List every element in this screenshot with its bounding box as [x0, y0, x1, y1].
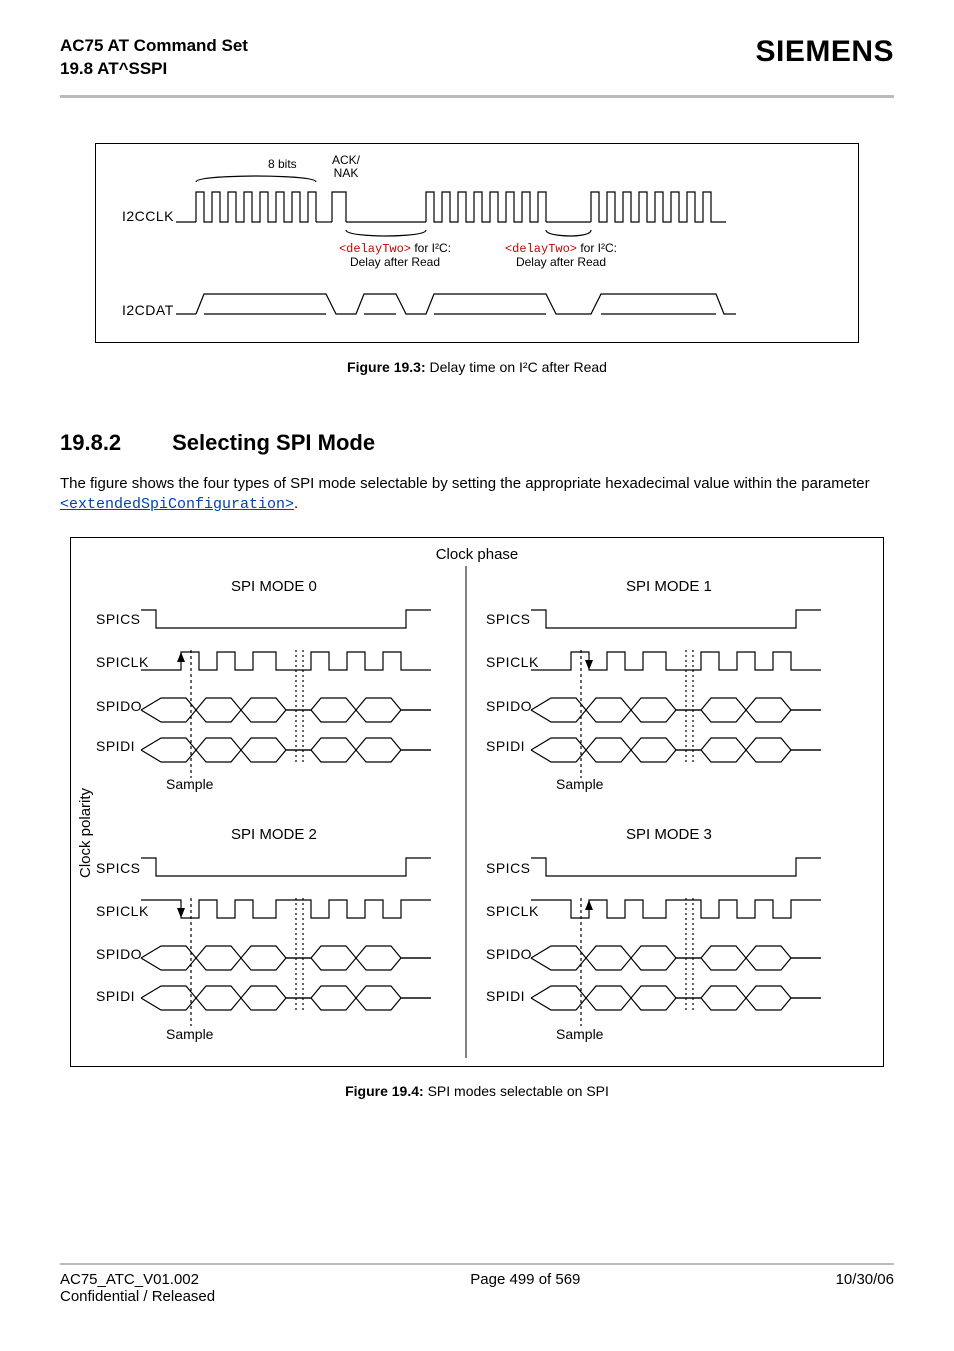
q0-spidi: SPIDI	[96, 738, 135, 754]
section-heading: 19.8.2 Selecting SPI Mode	[60, 430, 894, 456]
q1-spidi: SPIDI	[486, 738, 525, 754]
q3-sample: Sample	[556, 1026, 603, 1042]
q2-sample: Sample	[166, 1026, 213, 1042]
q0-spiclk: SPICLK	[96, 654, 149, 670]
spi-modes-svg	[71, 538, 881, 1068]
page-footer: AC75_ATC_V01.002 Confidential / Released…	[60, 1263, 894, 1305]
q3-spidi: SPIDI	[486, 988, 525, 1004]
q3-spics: SPICS	[486, 860, 531, 876]
waveform-i2c	[96, 144, 796, 344]
footer-right: 10/30/06	[836, 1271, 894, 1305]
doc-title: AC75 AT Command Set 19.8 AT^SSPI	[60, 35, 248, 81]
q0-sample: Sample	[166, 776, 213, 792]
footer-divider	[60, 1263, 894, 1265]
q1-spiclk: SPICLK	[486, 654, 539, 670]
q0-spido: SPIDO	[96, 698, 142, 714]
q1-sample: Sample	[556, 776, 603, 792]
doc-title-line2: 19.8 AT^SSPI	[60, 58, 248, 81]
figure-19-4: Clock phase Clock polarity SPI MODE 0 SP…	[70, 537, 884, 1067]
q2-spido: SPIDO	[96, 946, 142, 962]
q2-spiclk: SPICLK	[96, 903, 149, 919]
q3-spido: SPIDO	[486, 946, 532, 962]
page-header: AC75 AT Command Set 19.8 AT^SSPI SIEMENS	[60, 35, 894, 91]
section-paragraph: The figure shows the four types of SPI m…	[60, 474, 894, 516]
q2-spics: SPICS	[96, 860, 141, 876]
brand-logo: SIEMENS	[755, 35, 894, 69]
doc-title-line1: AC75 AT Command Set	[60, 35, 248, 58]
figure-19-3-caption: Figure 19.3: Delay time on I²C after Rea…	[60, 359, 894, 375]
q3-spiclk: SPICLK	[486, 903, 539, 919]
q1-spics: SPICS	[486, 611, 531, 627]
param-link[interactable]: <extendedSpiConfiguration>	[60, 496, 294, 513]
figure-19-4-caption: Figure 19.4: SPI modes selectable on SPI	[60, 1083, 894, 1099]
header-divider	[60, 95, 894, 98]
q2-spidi: SPIDI	[96, 988, 135, 1004]
footer-center: Page 499 of 569	[470, 1271, 580, 1305]
q1-spido: SPIDO	[486, 698, 532, 714]
section-title: Selecting SPI Mode	[172, 430, 375, 455]
q0-spics: SPICS	[96, 611, 141, 627]
footer-left: AC75_ATC_V01.002 Confidential / Released	[60, 1271, 215, 1305]
figure-19-3: 8 bits ACK/ NAK I2CCLK I2CDAT <delayTwo>…	[95, 143, 859, 343]
